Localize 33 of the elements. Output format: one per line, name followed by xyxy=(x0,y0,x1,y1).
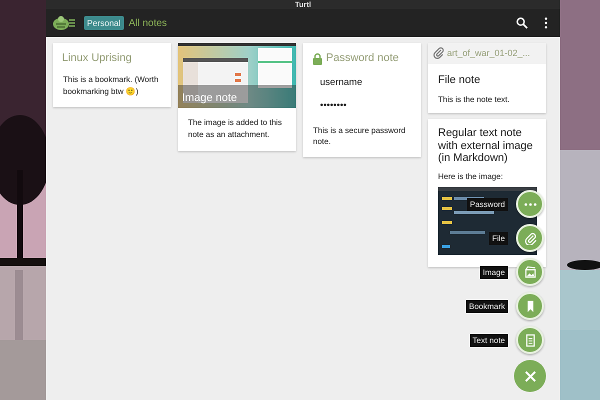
close-icon xyxy=(524,370,536,382)
file-name: art_of_war_01-02_... xyxy=(447,47,530,60)
picture-icon xyxy=(524,266,536,278)
close-button[interactable] xyxy=(514,360,546,392)
note-title: Linux Uprising xyxy=(61,51,133,66)
note-title: Image note xyxy=(182,90,238,106)
bookmark-note-card[interactable]: Linux Uprising This is a bookmark. (Worth bookmarking btw 🙂) xyxy=(53,43,171,107)
password-text: •••••••• xyxy=(319,98,348,113)
document-icon xyxy=(524,334,536,346)
paperclip-icon xyxy=(524,232,536,244)
search-icon[interactable] xyxy=(516,17,528,29)
note-text: This is a secure password note. xyxy=(312,124,406,148)
password-note-card[interactable]: Password note username •••••••• This is a secure password note. xyxy=(303,43,421,158)
space-tag[interactable]: Personal xyxy=(84,16,124,30)
menu-label: File xyxy=(489,232,508,244)
menu-label: Image xyxy=(480,266,508,278)
menu-label: Password xyxy=(466,198,508,210)
note-text: Here is the image: xyxy=(437,171,504,184)
paperclip-icon xyxy=(433,47,444,60)
turtle-logo-icon xyxy=(52,14,76,32)
username-text: username xyxy=(319,76,364,90)
note-title: Password note xyxy=(326,51,399,66)
file-note-card[interactable]: art_of_war_01-02_... File note This is the note text. xyxy=(428,43,546,114)
menu-label: Text note xyxy=(470,334,508,346)
note-text: This is the note text. xyxy=(437,94,511,106)
note-text: The image is added to this note as an attachment. xyxy=(187,117,283,141)
note-title: File note xyxy=(437,72,482,88)
lock-icon xyxy=(312,52,323,65)
image-note-card[interactable]: Image note The image is added to this note as an attachment. xyxy=(178,43,296,151)
note-text: This is a bookmark. (Worth bookmarking btw 🙂) xyxy=(62,74,160,98)
menu-label: Bookmark xyxy=(466,300,508,312)
board-title[interactable]: All notes xyxy=(128,18,504,28)
note-title: Regular text note with external image (in Markdown) xyxy=(437,126,534,166)
